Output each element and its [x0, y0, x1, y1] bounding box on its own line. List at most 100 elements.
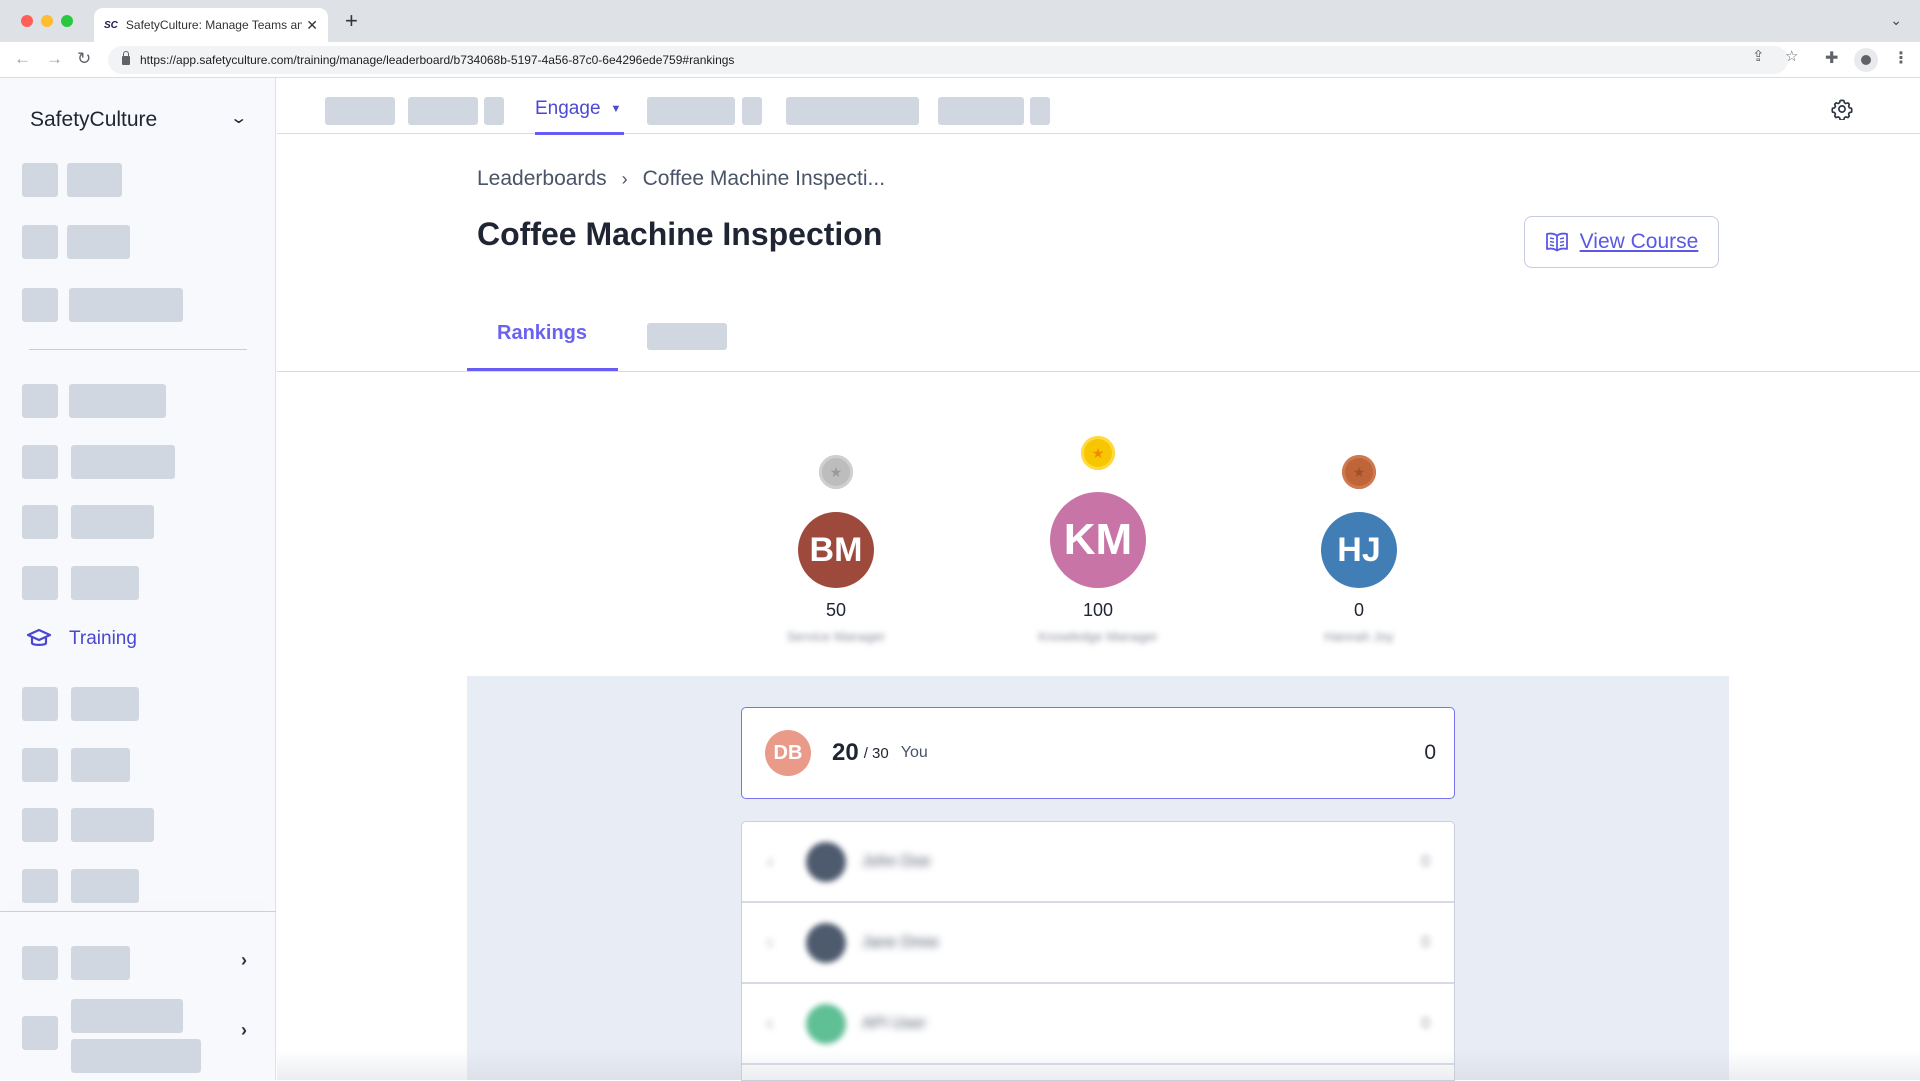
- tab-placeholder[interactable]: [647, 323, 727, 350]
- safetyculture-favicon-icon: SC: [104, 19, 118, 31]
- close-tab-icon[interactable]: ✕: [306, 17, 318, 34]
- nav-tab-engage[interactable]: Engage ▼: [535, 98, 621, 120]
- chevron-right-icon: ›: [241, 1020, 247, 1040]
- placeholder-icon: [22, 946, 58, 980]
- profile-avatar-icon[interactable]: [1854, 48, 1878, 72]
- share-icon[interactable]: ⇪: [1752, 47, 1765, 65]
- nav-tab-placeholder[interactable]: [325, 97, 395, 125]
- address-bar[interactable]: https://app.safetyculture.com/training/m…: [108, 46, 1788, 74]
- browser-tab[interactable]: SC SafetyCulture: Manage Teams and ... ✕: [94, 8, 328, 42]
- nav-tab-placeholder[interactable]: [408, 97, 478, 125]
- row-score: 0: [1421, 852, 1430, 870]
- maximize-window-button[interactable]: [61, 15, 73, 27]
- placeholder-icon: [22, 808, 58, 842]
- view-course-button[interactable]: View Course: [1524, 216, 1719, 268]
- avatar: DB: [765, 730, 811, 776]
- table-row: 5 Jane Drew 0: [742, 903, 1454, 984]
- row-score: 0: [1421, 933, 1430, 951]
- row-score: 0: [1421, 1014, 1430, 1032]
- table-row: 6 API User 0: [742, 984, 1454, 1065]
- placeholder-icon: [22, 384, 58, 418]
- bookmark-star-icon[interactable]: ☆: [1785, 47, 1798, 65]
- placeholder-icon: [22, 163, 58, 197]
- placeholder-label: [71, 445, 175, 479]
- open-book-icon: [1545, 232, 1568, 252]
- org-switcher-chevron-icon[interactable]: ⌄: [229, 108, 248, 128]
- nav-tab-placeholder[interactable]: [484, 97, 504, 125]
- chevron-right-icon: ›: [241, 950, 247, 970]
- table-row: 4 John Doe 0: [742, 822, 1454, 903]
- gear-icon[interactable]: [1831, 98, 1853, 120]
- placeholder-label: [71, 748, 130, 782]
- breadcrumb-current: Coffee Machine Inspecti...: [642, 167, 886, 190]
- breadcrumb-leaderboards-link[interactable]: Leaderboards: [477, 167, 607, 191]
- total-participants: / 30: [863, 744, 889, 762]
- page-title: Coffee Machine Inspection: [477, 216, 883, 252]
- nav-tab-placeholder[interactable]: [647, 97, 735, 125]
- view-course-label: View Course: [1579, 230, 1699, 253]
- browser-menu-icon[interactable]: ⋮: [1893, 48, 1909, 68]
- podium-score: 0: [1353, 600, 1364, 620]
- back-arrow-icon[interactable]: ←: [14, 49, 31, 69]
- placeholder-label: [69, 384, 166, 418]
- placeholder-label: [71, 687, 139, 721]
- sidebar-divider: [0, 911, 276, 912]
- tabs-divider: [277, 371, 1920, 372]
- minimize-window-button[interactable]: [41, 15, 53, 27]
- avatar: KM: [1050, 492, 1146, 588]
- nav-tab-placeholder[interactable]: [1030, 97, 1050, 125]
- sidebar-item-training[interactable]: Training: [26, 628, 137, 650]
- placeholder-icon: [22, 566, 58, 600]
- placeholder-label: [71, 1039, 201, 1073]
- podium-name: Hannah Joy: [1324, 629, 1394, 644]
- url-text: https://app.safetyculture.com/training/m…: [140, 53, 735, 67]
- silver-medal-icon: ★: [819, 455, 853, 489]
- placeholder-label: [69, 288, 183, 322]
- tab-list-chevron-icon[interactable]: ⌄: [1890, 12, 1902, 29]
- extensions-puzzle-icon[interactable]: ✚: [1825, 48, 1838, 68]
- nav-tab-placeholder[interactable]: [786, 97, 919, 125]
- browser-toolbar: ← → ↻ https://app.safetyculture.com/trai…: [0, 42, 1920, 78]
- placeholder-label: [71, 505, 154, 539]
- avatar-initials: BM: [809, 530, 863, 569]
- lock-icon: [122, 50, 130, 65]
- my-ranking-card: DB 20 / 30 You 0: [741, 707, 1455, 799]
- browser-tab-strip: SC SafetyCulture: Manage Teams and ... ✕…: [0, 0, 1920, 42]
- caret-down-icon: ▼: [610, 103, 622, 115]
- placeholder-label: [71, 946, 130, 980]
- gold-medal-icon: ★: [1081, 436, 1115, 470]
- chevron-right-icon: ›: [621, 168, 628, 189]
- graduation-cap-icon: [26, 628, 52, 646]
- placeholder-icon: [22, 505, 58, 539]
- placeholder-icon: [22, 445, 58, 479]
- new-tab-icon[interactable]: +: [345, 10, 358, 32]
- top-navigation: Engage ▼: [277, 78, 1920, 135]
- nav-tab-placeholder[interactable]: [742, 97, 762, 125]
- avatar-initials: KM: [1063, 515, 1133, 564]
- avatar-initials: DB: [773, 741, 803, 764]
- forward-arrow-icon[interactable]: →: [46, 49, 63, 69]
- placeholder-label: [71, 808, 154, 842]
- placeholder-icon: [22, 225, 58, 259]
- avatar: [806, 841, 846, 882]
- you-label: You: [900, 744, 928, 761]
- podium-name: Service Manager: [786, 629, 886, 644]
- avatar: [806, 922, 846, 963]
- active-tab-indicator: [535, 132, 624, 135]
- placeholder-label: [71, 566, 139, 600]
- placeholder-icon: [22, 687, 58, 721]
- reload-icon[interactable]: ↻: [77, 49, 91, 69]
- placeholder-label: [67, 225, 130, 259]
- row-name: Jane Drew: [862, 933, 939, 951]
- avatar-initials: HJ: [1337, 530, 1381, 569]
- row-rank: 5: [766, 934, 774, 951]
- row-name: John Doe: [862, 852, 931, 870]
- placeholder-label: [71, 869, 139, 903]
- org-name: SafetyCulture: [30, 108, 158, 131]
- tab-rankings[interactable]: Rankings: [497, 322, 587, 345]
- close-window-button[interactable]: [21, 15, 33, 27]
- nav-tab-placeholder[interactable]: [938, 97, 1024, 125]
- row-name: API User: [862, 1014, 927, 1032]
- my-score: 0: [1424, 741, 1436, 764]
- sidebar-divider: [29, 349, 247, 350]
